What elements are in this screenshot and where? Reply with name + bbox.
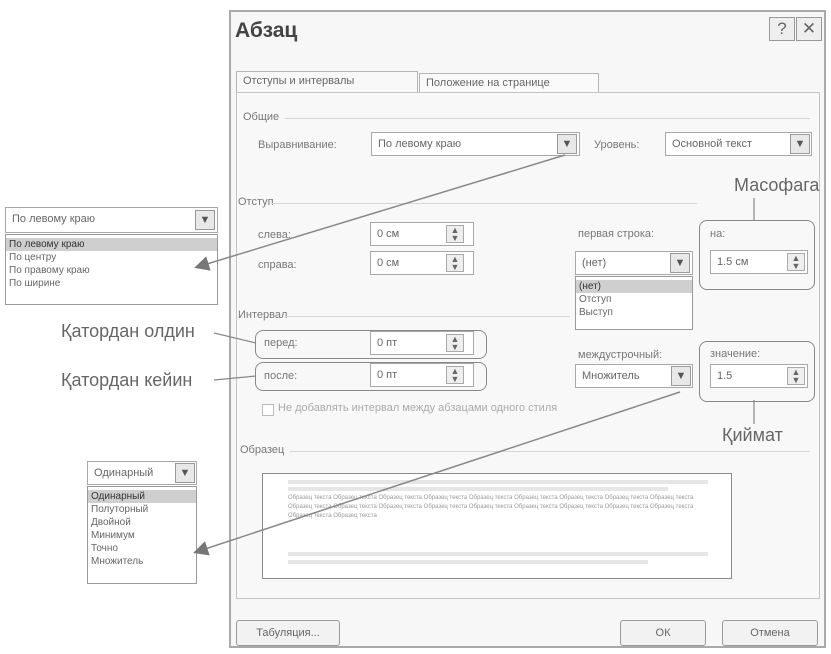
arrow-line-spacing [193,391,681,556]
arrow-alignment [194,154,566,271]
leader-before [213,332,257,344]
annotation-arrows [193,154,755,556]
leader-after [213,375,257,381]
